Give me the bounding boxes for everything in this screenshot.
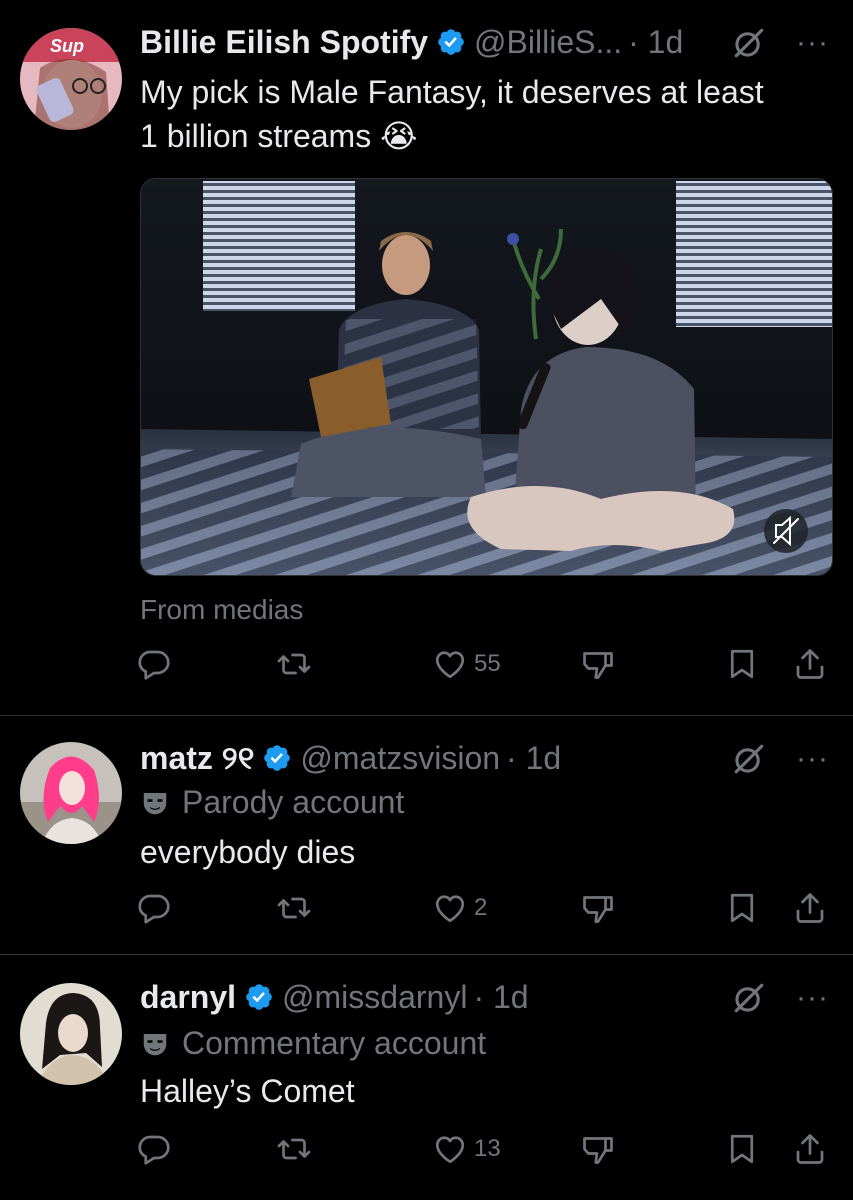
action-bar: 2 [140, 890, 830, 930]
reply-button[interactable] [136, 890, 172, 926]
share-button[interactable] [792, 646, 828, 682]
author-name[interactable]: matz ୨୧ [140, 738, 254, 778]
repost-icon [276, 1131, 312, 1167]
reply-icon [136, 1131, 172, 1167]
repost-button[interactable] [276, 890, 312, 926]
author-handle[interactable]: @missdarnyl [282, 977, 467, 1017]
like-count: 2 [474, 894, 488, 921]
post-header: matz ୨୧ @matzsvision · 1d [140, 738, 561, 778]
author-handle[interactable]: @BillieS... [474, 22, 622, 62]
repost-icon [276, 890, 312, 926]
post-3[interactable]: darnyl @missdarnyl · 1d ··· Commentary a… [0, 955, 853, 1200]
like-icon [432, 646, 468, 682]
reply-icon [136, 890, 172, 926]
like-button[interactable]: 2 [432, 890, 487, 926]
account-label-text: Parody account [182, 784, 405, 820]
post-tools: ··· [732, 26, 829, 60]
avatar[interactable]: Sup [20, 28, 122, 130]
like-count: 55 [474, 650, 501, 677]
verified-icon [436, 27, 466, 57]
reply-icon [136, 646, 172, 682]
more-icon[interactable]: ··· [796, 28, 829, 58]
dislike-button[interactable] [580, 646, 616, 682]
avatar[interactable] [20, 742, 122, 844]
repost-button[interactable] [276, 1131, 312, 1167]
svg-text:Sup: Sup [50, 36, 84, 56]
post-time[interactable]: · 1d [628, 22, 683, 62]
like-button[interactable]: 13 [432, 1131, 501, 1167]
more-icon[interactable]: ··· [796, 744, 829, 774]
share-icon [792, 1131, 828, 1167]
grok-icon[interactable] [732, 742, 766, 776]
action-bar: 55 [140, 646, 830, 686]
dislike-button[interactable] [580, 890, 616, 926]
share-button[interactable] [792, 1131, 828, 1167]
bookmark-icon [724, 646, 760, 682]
author-name[interactable]: Billie Eilish Spotify [140, 22, 428, 62]
mask-icon [140, 1029, 170, 1059]
action-bar: 13 [140, 1131, 830, 1171]
account-label-text: Commentary account [182, 1025, 487, 1061]
mask-icon [140, 788, 170, 818]
verified-icon [262, 743, 292, 773]
grok-icon[interactable] [732, 981, 766, 1015]
share-icon [792, 646, 828, 682]
video-frame [141, 179, 832, 575]
bookmark-button[interactable] [724, 1131, 760, 1167]
bookmark-icon [724, 890, 760, 926]
grok-icon[interactable] [732, 26, 766, 60]
post-text-line-2: 1 billion streams 😭 [140, 118, 418, 154]
dislike-button[interactable] [580, 1131, 616, 1167]
more-icon[interactable]: ··· [796, 983, 829, 1013]
post-2[interactable]: matz ୨୧ @matzsvision · 1d ··· Parody acc… [0, 716, 853, 954]
verified-icon [244, 982, 274, 1012]
video-player[interactable] [140, 178, 833, 576]
account-label: Parody account [140, 784, 404, 821]
author-name[interactable]: darnyl [140, 977, 236, 1017]
dislike-icon [580, 646, 616, 682]
post-tools: ··· [732, 742, 829, 776]
reply-button[interactable] [136, 646, 172, 682]
author-handle[interactable]: @matzsvision [300, 738, 500, 778]
repost-icon [276, 646, 312, 682]
bookmark-button[interactable] [724, 890, 760, 926]
post-header: Billie Eilish Spotify @BillieS... · 1d [140, 22, 683, 62]
bookmark-icon [724, 1131, 760, 1167]
post-text: everybody dies [140, 834, 356, 870]
post-text: My pick is Male Fantasy, it deserves at … [140, 70, 764, 158]
post-text-line-1: My pick is Male Fantasy, it deserves at … [140, 74, 764, 110]
post-1[interactable]: Sup Billie Eilish Spotify @BillieS... · … [0, 0, 853, 715]
like-button[interactable]: 55 [432, 646, 501, 682]
share-icon [792, 890, 828, 926]
bookmark-button[interactable] [724, 646, 760, 682]
share-button[interactable] [792, 890, 828, 926]
like-icon [432, 890, 468, 926]
post-time[interactable]: · 1d [506, 738, 561, 778]
account-label: Commentary account [140, 1025, 486, 1062]
reply-button[interactable] [136, 1131, 172, 1167]
like-count: 13 [474, 1135, 501, 1162]
media-caption: From medias [140, 594, 304, 625]
post-time[interactable]: · 1d [473, 977, 528, 1017]
like-icon [432, 1131, 468, 1167]
post-text: Halley’s Comet [140, 1073, 355, 1109]
post-header: darnyl @missdarnyl · 1d [140, 977, 529, 1017]
post-tools: ··· [732, 981, 829, 1015]
avatar[interactable] [20, 983, 122, 1085]
dislike-icon [580, 890, 616, 926]
dislike-icon [580, 1131, 616, 1167]
repost-button[interactable] [276, 646, 312, 682]
